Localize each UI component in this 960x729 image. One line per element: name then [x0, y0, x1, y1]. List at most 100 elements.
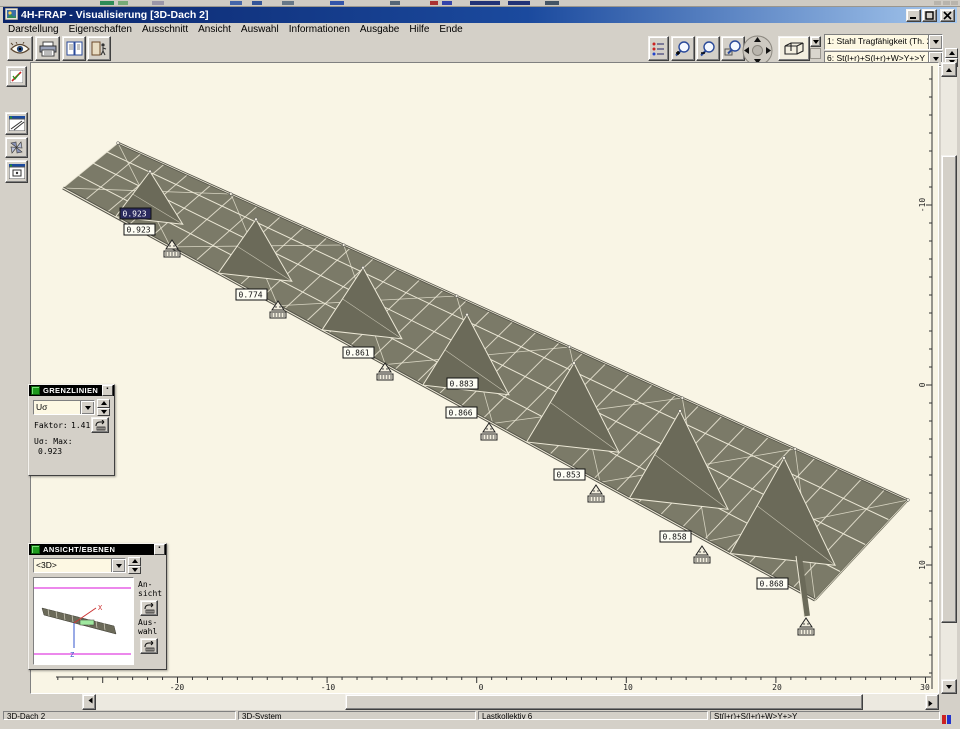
spinner-up-icon[interactable] — [945, 48, 958, 58]
pinned-support-icon — [798, 618, 814, 635]
background-window-fragment — [282, 1, 294, 5]
background-window-fragment — [118, 1, 128, 5]
view-combo[interactable]: <3D> — [33, 558, 126, 573]
scrollbar-corner — [941, 694, 957, 710]
faktor-label: Faktor: — [34, 421, 68, 430]
close-button[interactable] — [940, 9, 955, 22]
spinner-down-icon[interactable] — [128, 566, 141, 575]
status-link-icon — [942, 711, 951, 720]
grenzlinien-panel-title: GRENZLINIEN — [43, 386, 98, 395]
grenzlinien-panel-titlebar[interactable]: GRENZLINIEN ▪ — [29, 385, 114, 396]
chevron-down-icon[interactable] — [80, 401, 94, 414]
auswahl-label: Aus-wahl — [138, 618, 157, 636]
toolbar: 1: Stahl Tragfähigkeit (Th. 2. O 6: St(l… — [3, 36, 957, 64]
chevron-down-icon[interactable] — [111, 559, 125, 572]
minimize-button[interactable] — [906, 9, 921, 22]
menu-darstellung[interactable]: Darstellung — [3, 23, 64, 36]
view-cube-strip — [810, 48, 821, 59]
value-label: 0.853 — [554, 469, 585, 480]
status-bar: 3D-Dach 23D-SystemLastkollektiv 6St(l+r)… — [3, 710, 957, 720]
title-bar: 4H-FRAP - Visualisierung [3D-Dach 2] — [3, 7, 957, 23]
panel-close-icon[interactable]: ▪ — [102, 385, 113, 396]
zoom-out-icon[interactable] — [696, 36, 720, 61]
background-window-fragment — [951, 1, 958, 5]
menu-ansicht[interactable]: Ansicht — [193, 23, 236, 36]
background-window-fragment — [442, 1, 452, 5]
value-label: 0.868 — [757, 578, 788, 589]
horizontal-scroll-thumb[interactable] — [345, 694, 863, 710]
value-label: 0.923 — [124, 224, 155, 235]
refresh-arrow-icon[interactable] — [91, 417, 109, 433]
background-window-fragment — [100, 1, 114, 5]
scroll-left-icon[interactable] — [82, 694, 96, 710]
grenzlinien-panel[interactable]: GRENZLINIEN ▪ Uσ Faktor: 1.41 Uσ: Max: 0… — [28, 384, 115, 476]
svg-text:-10: -10 — [321, 683, 336, 692]
grenzlinien-combo-value: Uσ — [34, 401, 80, 414]
view-preview[interactable]: X Z — [33, 577, 134, 665]
scroll-right-icon[interactable] — [925, 694, 939, 710]
grenzlinien-spinner[interactable] — [97, 399, 110, 416]
svg-text:0.883: 0.883 — [450, 380, 474, 389]
value-label: 0.774 — [236, 289, 267, 300]
svg-text:-10: -10 — [918, 198, 927, 213]
horizontal-scrollbar[interactable] — [30, 694, 941, 710]
limitlines-panel-icon[interactable] — [5, 112, 28, 135]
ansicht-panel-titlebar[interactable]: ANSICHT/EBENEN ▪ — [29, 544, 166, 555]
vertical-scroll-thumb[interactable] — [941, 155, 957, 623]
menu-ausschnitt[interactable]: Ausschnitt — [137, 23, 193, 36]
ansicht-apply-icon[interactable] — [140, 600, 158, 616]
edit-check-icon[interactable] — [6, 66, 27, 87]
svg-text:0: 0 — [918, 382, 927, 387]
result-list-icon[interactable] — [648, 36, 669, 61]
menu-informationen[interactable]: Informationen — [284, 23, 355, 36]
ansicht-panel[interactable]: ANSICHT/EBENEN ▪ <3D> X Z An-sicht — [28, 543, 167, 670]
zoom-in-icon[interactable] — [671, 36, 695, 61]
value-label: 0.923 — [120, 208, 151, 219]
vertical-scrollbar[interactable] — [941, 62, 957, 694]
panel-icon — [31, 386, 40, 395]
redraw-eye-icon[interactable] — [7, 36, 33, 61]
value-label: 0.866 — [446, 407, 477, 418]
menu-ende[interactable]: Ende — [434, 23, 467, 36]
view-panel-icon[interactable] — [5, 160, 28, 183]
menu-eigenschaften[interactable]: Eigenschaften — [64, 23, 137, 36]
maximize-button[interactable] — [922, 9, 937, 22]
panel-icon — [31, 545, 40, 554]
svg-text:0.858: 0.858 — [663, 533, 687, 542]
faktor-value: 1.41 — [71, 421, 90, 430]
spinner-up-icon[interactable] — [128, 557, 141, 566]
svg-text:0.774: 0.774 — [239, 291, 263, 300]
result-combo[interactable]: 1: Stahl Tragfähigkeit (Th. 2. O — [824, 34, 943, 50]
scroll-up-icon[interactable] — [941, 62, 957, 77]
auswahl-apply-icon[interactable] — [140, 638, 158, 654]
background-window-fragment — [430, 1, 438, 5]
menu-ausgabe[interactable]: Ausgabe — [355, 23, 404, 36]
chevron-down-icon[interactable] — [928, 35, 942, 49]
panel-close-icon[interactable]: ▪ — [154, 544, 165, 555]
window-title: 4H-FRAP - Visualisierung [3D-Dach 2] — [21, 9, 905, 21]
app-icon — [5, 8, 18, 23]
view-spinner[interactable] — [128, 557, 141, 574]
value-label: 0.883 — [447, 378, 478, 389]
print-icon[interactable] — [35, 36, 60, 61]
menu-hilfe[interactable]: Hilfe — [404, 23, 434, 36]
svg-text:10: 10 — [623, 683, 633, 692]
ansicht-panel-title: ANSICHT/EBENEN — [43, 545, 115, 554]
exit-door-icon[interactable] — [87, 36, 111, 61]
svg-text:10: 10 — [918, 560, 927, 570]
view-cube-icon[interactable] — [778, 36, 810, 61]
spinner-up-icon[interactable] — [97, 399, 110, 408]
view-cube-dropdown[interactable] — [810, 36, 821, 47]
menu-auswahl[interactable]: Auswahl — [236, 23, 284, 36]
background-window-fragment — [545, 1, 559, 5]
background-window-fragment — [470, 1, 500, 5]
pinwheel-icon[interactable] — [5, 137, 28, 158]
grenzlinien-type-combo[interactable]: Uσ — [33, 400, 95, 415]
spinner-down-icon[interactable] — [97, 408, 110, 417]
axis-x-label: X — [98, 604, 103, 612]
ansicht-label: An-sicht — [138, 580, 162, 598]
scroll-down-icon[interactable] — [941, 679, 957, 694]
value-label: 0.861 — [343, 347, 374, 358]
svg-text:0.923: 0.923 — [123, 210, 147, 219]
report-book-icon[interactable] — [62, 36, 86, 61]
